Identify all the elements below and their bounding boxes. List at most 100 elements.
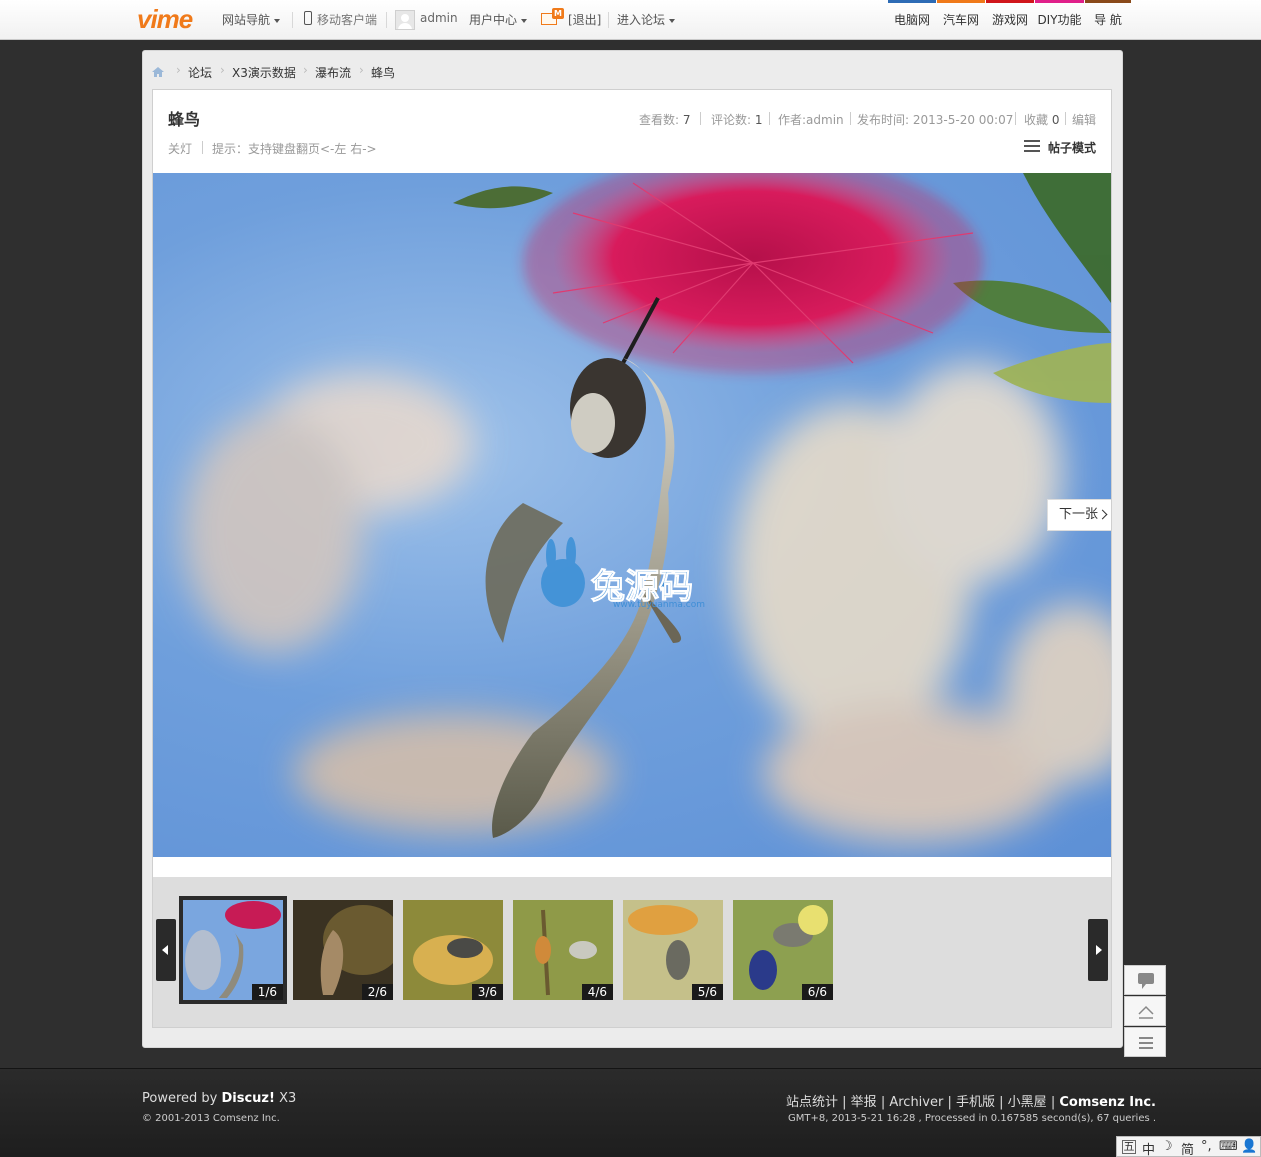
breadcrumb-separator: › (359, 63, 364, 77)
breadcrumb-separator: › (303, 63, 308, 77)
user-avatar-icon[interactable] (395, 10, 415, 30)
top-link-color-bar (937, 0, 985, 3)
top-link-label: DIY功能 (1037, 13, 1082, 27)
footer-link-report[interactable]: 举报 (851, 1095, 877, 1110)
top-link-1[interactable]: 汽车网 (937, 0, 985, 40)
post-author[interactable]: 作者:admin (778, 111, 844, 128)
comment-icon (1138, 973, 1154, 989)
ime-simplified-toggle[interactable]: 简 (1181, 1139, 1194, 1157)
top-link-label: 导 航 (1094, 13, 1122, 27)
back-to-top-button[interactable] (1124, 996, 1166, 1026)
username-link[interactable]: admin (420, 11, 458, 25)
main-photo[interactable]: 兔源码 www.tuyuanma.com (153, 173, 1111, 857)
thumbnail-4[interactable]: 4/6 (513, 900, 613, 1000)
thumbnail-6[interactable]: 6/6 (733, 900, 833, 1000)
thumbnail-1[interactable]: 1/6 (179, 896, 287, 1004)
user-icon[interactable]: 👤 (1241, 1139, 1257, 1154)
top-link-label: 游戏网 (991, 13, 1028, 27)
discuz-link[interactable]: Discuz! (221, 1091, 274, 1106)
top-link-2[interactable]: 游戏网 (986, 0, 1034, 40)
top-link-label: 电脑网 (893, 13, 930, 27)
view-count: 查看数: 7 (639, 113, 691, 127)
post-mode-button[interactable]: 帖子模式 (1048, 139, 1096, 156)
footer-link-blackroom[interactable]: 小黑屋 (1008, 1095, 1047, 1110)
mobile-client-link[interactable]: 移动客户端 (317, 11, 377, 28)
thumbnail-counter: 6/6 (801, 984, 833, 1000)
top-link-label: 汽车网 (942, 13, 979, 27)
footer-links: 站点统计 | 举报 | Archiver | 手机版 | 小黑屋 | Comse… (786, 1095, 1156, 1110)
divider (1065, 112, 1066, 125)
footer-company-link[interactable]: Comsenz Inc. (1059, 1095, 1156, 1110)
breadcrumb-current: 蜂鸟 (371, 66, 396, 80)
site-nav-label: 网站导航 (222, 13, 271, 27)
photo-caption-area (153, 857, 1111, 877)
comment-count: 评论数: 1 (711, 113, 763, 127)
post-title: 蜂鸟 (168, 110, 201, 129)
list-icon (1139, 1037, 1153, 1049)
favorite-link[interactable]: 收藏 0 (1024, 111, 1059, 128)
divider (202, 141, 203, 154)
site-logo[interactable]: vime (137, 4, 193, 35)
ime-toolbar: 五 中 ☽ 简 °, ⌨ 👤 (1116, 1136, 1261, 1157)
divider (292, 12, 293, 28)
chevron-down-icon (274, 18, 281, 23)
ime-lang-toggle[interactable]: 中 (1142, 1139, 1155, 1157)
breadcrumb-separator: › (220, 63, 225, 77)
chevron-down-icon (521, 18, 528, 23)
message-badge: M (552, 8, 564, 19)
post-header (153, 90, 1111, 173)
breadcrumb-waterfall[interactable]: 瀑布流 (315, 64, 351, 81)
home-icon[interactable] (152, 67, 164, 77)
keyboard-icon[interactable]: ⌨ (1219, 1139, 1238, 1154)
copyright: © 2001-2013 Comsenz Inc. (142, 1113, 280, 1124)
top-link-color-bar (986, 0, 1034, 3)
powered-by: Powered by Discuz! X3 (142, 1091, 297, 1106)
top-link-0[interactable]: 电脑网 (888, 0, 936, 40)
thumbnail-counter: 4/6 (581, 984, 613, 1000)
logout-link[interactable]: [退出] (568, 11, 601, 28)
ime-logo-icon[interactable]: 五 (1122, 1140, 1136, 1154)
hummingbird-photo: 兔源码 www.tuyuanma.com (183, 173, 1111, 843)
thumbnail-counter: 3/6 (471, 984, 503, 1000)
watermark-url: www.tuyuanma.com (613, 600, 705, 610)
divider (608, 12, 609, 28)
thumbnail-2[interactable]: 2/6 (293, 900, 393, 1000)
top-bar: vime 网站导航 移动客户端 admin 用户中心 M [退出] 进入论坛 电… (0, 0, 1261, 40)
edit-link[interactable]: 编辑 (1072, 111, 1096, 128)
top-link-color-bar (1085, 0, 1131, 3)
thumbnail-counter: 5/6 (691, 984, 723, 1000)
mobile-phone-icon (304, 11, 312, 25)
divider (1015, 112, 1016, 125)
moon-icon[interactable]: ☽ (1161, 1139, 1173, 1154)
breadcrumb-x3-demo[interactable]: X3演示数据 (232, 64, 296, 81)
punctuation-icon[interactable]: °, (1201, 1139, 1212, 1154)
chevron-right-icon (1097, 509, 1108, 520)
footer-stats: GMT+8, 2013-5-21 16:28 , Processed in 0.… (788, 1113, 1157, 1124)
footer-link-stats[interactable]: 站点统计 (786, 1095, 838, 1110)
breadcrumb-separator: › (176, 63, 181, 77)
next-image-button[interactable]: 下一张 (1047, 499, 1111, 531)
thumbs-prev-button[interactable] (156, 919, 176, 981)
thumbnail-counter: 1/6 (251, 984, 283, 1000)
top-link-3[interactable]: DIY功能 (1035, 0, 1084, 40)
arrow-up-icon (1138, 1005, 1154, 1019)
top-link-4[interactable]: 导 航 (1085, 0, 1131, 40)
thumbs-next-button[interactable] (1088, 919, 1108, 981)
user-center-label: 用户中心 (469, 13, 518, 27)
enter-forum-menu[interactable]: 进入论坛 (617, 11, 676, 28)
enter-forum-label: 进入论坛 (617, 13, 666, 27)
list-icon[interactable] (1024, 140, 1040, 153)
user-center-menu[interactable]: 用户中心 (469, 11, 528, 28)
breadcrumb-forum[interactable]: 论坛 (188, 64, 212, 81)
comment-tool-button[interactable] (1124, 965, 1166, 995)
footer-link-mobile[interactable]: 手机版 (956, 1095, 995, 1110)
thumbnail-5[interactable]: 5/6 (623, 900, 723, 1000)
next-image-label: 下一张 (1059, 507, 1099, 522)
site-nav-menu[interactable]: 网站导航 (222, 11, 281, 28)
footer-link-archiver[interactable]: Archiver (889, 1095, 943, 1110)
divider (700, 112, 701, 125)
lights-off-button[interactable]: 关灯 (168, 140, 192, 157)
thumbnail-3[interactable]: 3/6 (403, 900, 503, 1000)
list-tool-button[interactable] (1124, 1027, 1166, 1057)
divider (386, 12, 387, 28)
